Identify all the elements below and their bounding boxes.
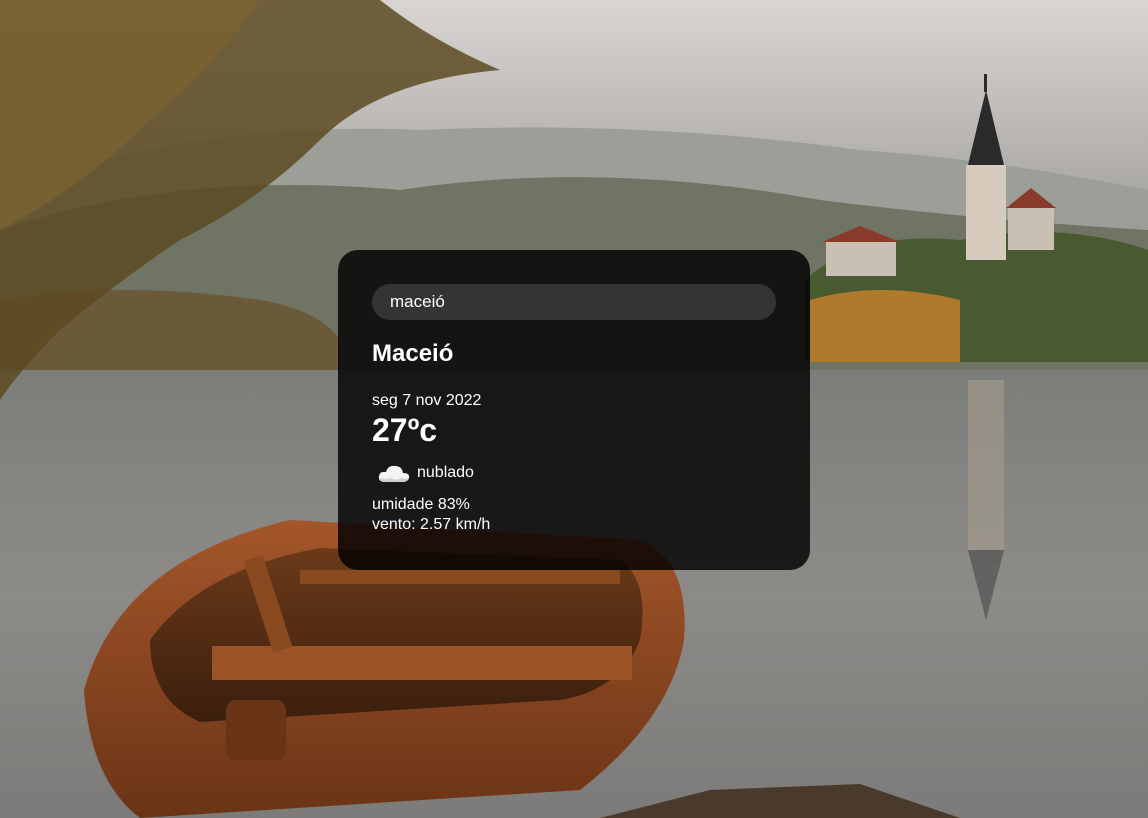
temperature-text: 27ºc bbox=[372, 412, 438, 448]
wind-text: vento: 2.57 km/h bbox=[372, 516, 491, 533]
humidity-text: umidade 83% bbox=[372, 496, 470, 513]
condition-row: nublado bbox=[376, 460, 474, 486]
condition-label: nublado bbox=[417, 464, 474, 481]
weather-card: Maceió seg 7 nov 2022 27ºc nublado umida… bbox=[338, 250, 810, 570]
background-scene: Maceió seg 7 nov 2022 27ºc nublado umida… bbox=[0, 0, 1148, 818]
cloud-icon bbox=[376, 460, 412, 486]
city-search-input[interactable] bbox=[372, 284, 776, 320]
city-name: Maceió bbox=[372, 340, 454, 367]
date-text: seg 7 nov 2022 bbox=[372, 392, 482, 409]
